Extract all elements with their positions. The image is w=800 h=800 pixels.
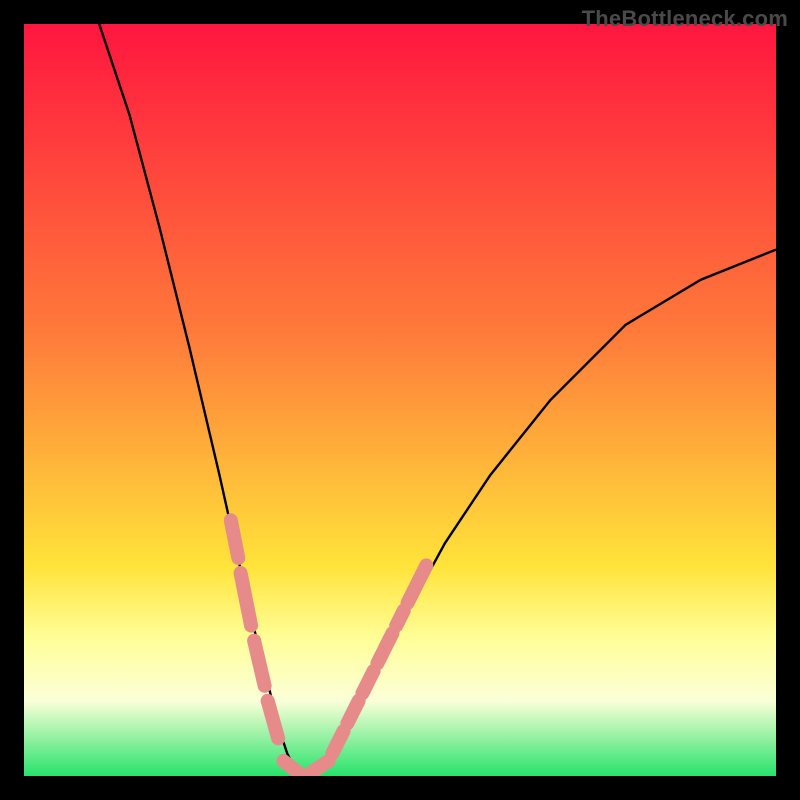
bottleneck-plot [24, 24, 776, 776]
highlight-segment [231, 520, 239, 558]
gradient-background [24, 24, 776, 776]
highlight-segment [396, 611, 404, 626]
watermark-text: TheBottleneck.com [582, 6, 788, 32]
chart-frame [24, 24, 776, 776]
